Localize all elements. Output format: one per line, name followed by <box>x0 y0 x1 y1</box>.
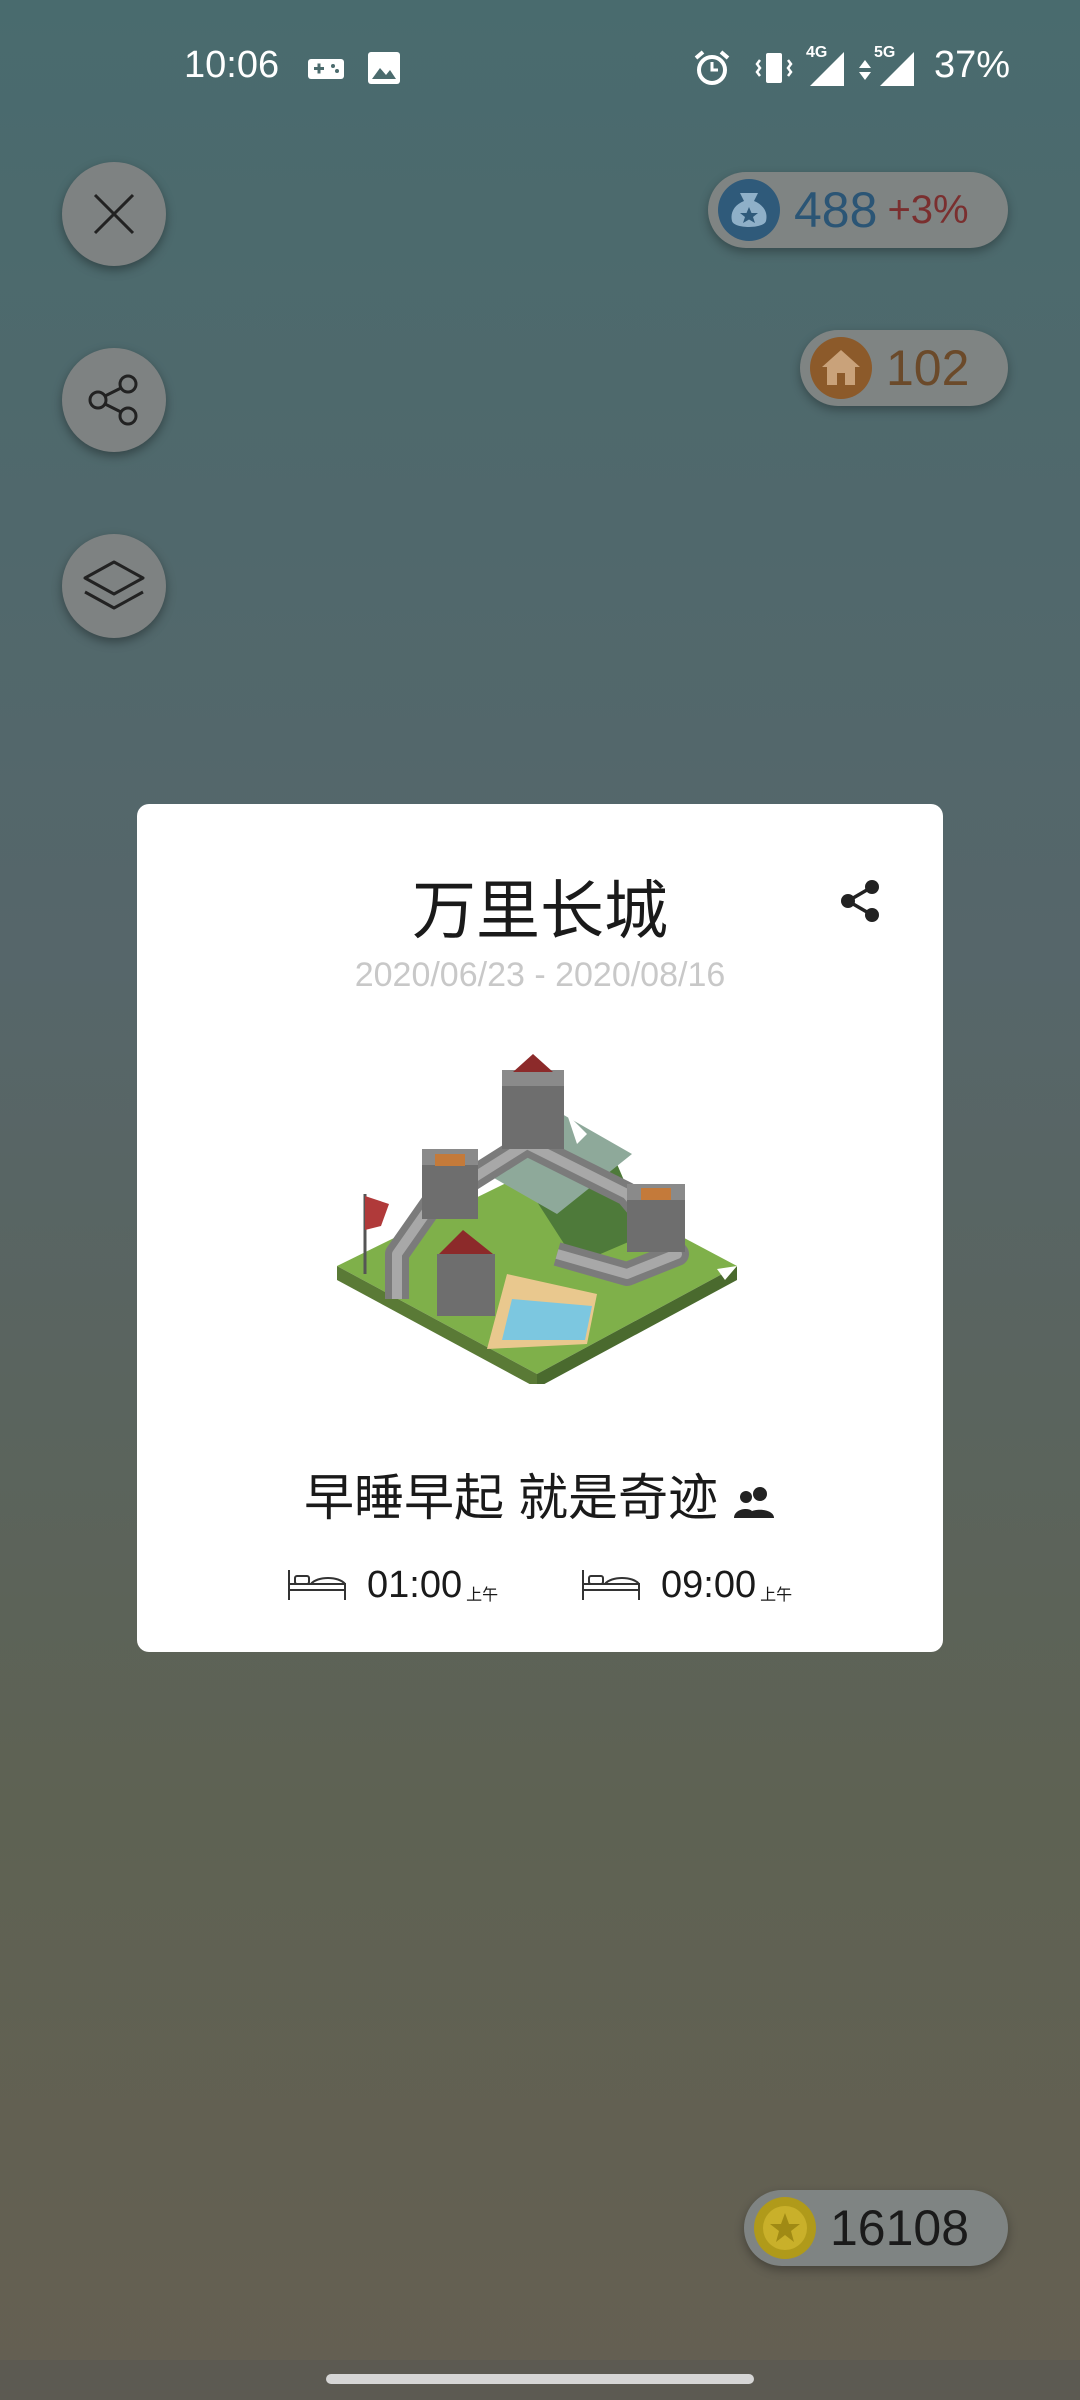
layers-button[interactable] <box>62 534 166 638</box>
money-bag-icon <box>718 179 780 241</box>
wakeup-group: 09:00 上午 <box>581 1560 792 1610</box>
share-button[interactable] <box>62 348 166 452</box>
wakeup-ampm: 上午 <box>760 1587 793 1604</box>
close-icon <box>93 193 135 235</box>
alarm-icon <box>694 50 730 85</box>
bed-icon <box>582 1570 640 1600</box>
home-gesture-handle[interactable] <box>326 2374 754 2384</box>
coin-icon <box>754 2197 816 2259</box>
wakeup-value: 09:00 <box>661 1563 757 1606</box>
card-date-range: 2020/06/23 - 2020/08/16 <box>354 956 726 994</box>
bedtime-value: 01:00 <box>367 1563 463 1606</box>
layers-icon <box>83 560 145 610</box>
close-button[interactable] <box>62 162 166 266</box>
bed-icon <box>288 1570 346 1600</box>
wonder-card: 万里长城 2020/06/23 - 2020/08/16 早睡早起 就是奇迹 0… <box>137 804 943 1652</box>
money-change: +3% <box>887 187 969 232</box>
image-icon <box>368 52 400 84</box>
coins-value: 16108 <box>830 2200 970 2256</box>
card-share-icon[interactable] <box>837 878 883 924</box>
house-icon <box>810 337 872 399</box>
share-icon <box>88 374 138 426</box>
money-value: 488 <box>794 182 878 238</box>
battery-level: 37% <box>934 44 1011 86</box>
card-slogan: 早睡早起 就是奇迹 <box>137 1458 943 1530</box>
data-arrows-icon <box>859 60 871 80</box>
bedtime-ampm: 上午 <box>466 1587 499 1604</box>
signal-icon <box>880 52 914 86</box>
group-icon <box>733 1486 774 1518</box>
great-wall-illustration <box>337 1054 737 1384</box>
slogan-text: 早睡早起 就是奇迹 <box>304 1470 718 1526</box>
coins-stat[interactable]: 16108 <box>744 2190 1008 2266</box>
card-title: 万里长城 <box>412 875 668 947</box>
money-stat[interactable]: 488 +3% <box>708 172 1008 248</box>
status-bar: 10:06 4G 5G 37% <box>0 0 1080 136</box>
bedtime-group: 01:00 上午 <box>287 1560 498 1610</box>
vibrate-icon <box>755 53 793 83</box>
houses-value: 102 <box>886 340 970 396</box>
status-time: 10:06 <box>184 44 280 86</box>
signal-icon <box>810 52 844 86</box>
gamepad-icon <box>308 59 344 79</box>
houses-stat[interactable]: 102 <box>800 330 1008 406</box>
